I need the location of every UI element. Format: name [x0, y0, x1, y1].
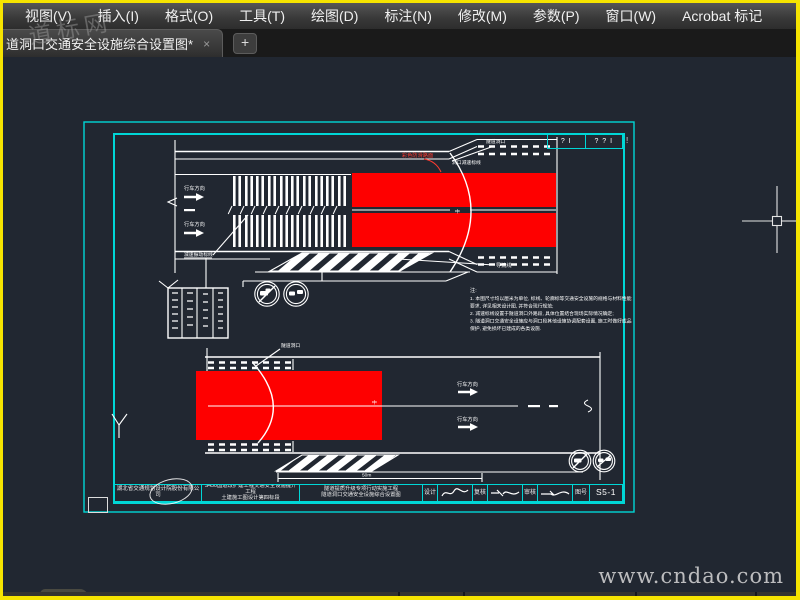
sign-circles-upper	[242, 271, 469, 307]
lower-plan-view: 隧道洞口 中 行车方向 行车方向 50m	[111, 342, 616, 482]
status-divider	[463, 592, 465, 597]
lower-direction-label-top: 行车方向	[457, 380, 478, 388]
cad-drawing: 中 行车方向 行车方向 减速振动标线 隧道洞口 彩色防滑路面 洞口减速标线 导流…	[83, 121, 797, 513]
upper-plan-view: 中 行车方向 行车方向 减速振动标线 隧道洞口 彩色防滑路面 洞口减速标线 导流…	[166, 137, 558, 274]
notes-block: 注: 1. 本图尺寸均以厘米为单位, 标线、轮廓标等交通安全设施的规格与材料性能…	[470, 286, 632, 332]
check-label: 复核	[473, 485, 488, 501]
notes-line: 3. 隧道洞口交通安全设施应与洞口段其他设施协调配套设置, 施工时做好成品	[470, 318, 632, 325]
notes-line: 保护, 避免损坏已建成的各类设施.	[470, 325, 541, 332]
status-divider	[635, 592, 637, 597]
review-label: 审核	[523, 485, 538, 501]
rumble-strips	[227, 175, 347, 248]
notes-line: 要求, 详见相关设计图, 并符合现行规范;	[470, 303, 553, 310]
frame-corner-square	[88, 497, 108, 513]
lower-center-mark: 中	[372, 399, 377, 406]
gore-hatch-lower	[274, 454, 400, 472]
menu-bar: 视图(V) 插入(I) 格式(O) 工具(T) 绘图(D) 标注(N) 修改(M…	[3, 3, 796, 29]
lower-dimension-text: 50m	[362, 473, 371, 479]
review-signature	[538, 485, 573, 501]
design-label: 设计	[423, 485, 438, 501]
watermark-site: www.cndao.com	[598, 564, 784, 588]
rumble-label: 减速振动标线	[184, 251, 213, 258]
application-window: 视图(V) 插入(I) 格式(O) 工具(T) 绘图(D) 标注(N) 修改(M…	[0, 0, 800, 600]
lower-direction-label-bottom: 行车方向	[457, 415, 478, 423]
drawing-number-label: 图号	[573, 485, 590, 501]
menu-item-format[interactable]: 格式(O)	[165, 6, 213, 26]
signature-scribble	[441, 488, 469, 497]
upper-portal-label: 隧道洞口	[486, 138, 505, 145]
signature-scribble	[541, 490, 570, 496]
sign-board	[158, 258, 229, 339]
gore-hatch-upper	[267, 252, 435, 272]
menu-item-parametric[interactable]: 参数(P)	[533, 6, 580, 26]
project-line-2: 土建施工图设计第四标段	[221, 494, 280, 501]
lower-portal-label: 隧道洞口	[281, 342, 300, 349]
drawing-number: S5-1	[596, 487, 616, 498]
menu-item-acrobat[interactable]: Acrobat 标记	[682, 6, 762, 26]
check-signature	[488, 485, 523, 501]
page-field-2: ? ? I	[584, 135, 623, 148]
sheet-page-fields: ? I ? ? I	[547, 134, 623, 149]
page-field-mark: !	[626, 136, 629, 145]
signature-scribble	[491, 489, 520, 497]
status-divider	[755, 592, 757, 597]
status-divider	[398, 592, 400, 597]
design-signature	[438, 485, 473, 501]
upper-center-mark: 中	[455, 208, 460, 215]
upper-direction-label-top: 行车方向	[184, 184, 205, 192]
menu-item-modify[interactable]: 修改(M)	[458, 6, 507, 26]
upper-direction-label-bottom: 行车方向	[184, 220, 205, 228]
menu-item-tools[interactable]: 工具(T)	[239, 6, 285, 26]
title-block-drawing-title: 隧道提质升级专项行动实施工程 隧道洞口交通安全设施综合设置图	[300, 485, 423, 501]
new-tab-button[interactable]: +	[233, 33, 258, 54]
crosshair-cursor[interactable]	[742, 186, 797, 253]
gore-label: 导流线	[496, 261, 512, 269]
title-block-project: S450国道改扩建工程交通安全设施提升工程 土建施工图设计第四标段	[202, 485, 300, 501]
page-field-1: ? I	[560, 138, 572, 145]
notes-line: 1. 本图尺寸均以厘米为单位, 标线、轮廓标等交通安全设施的规格与材料性能	[470, 295, 632, 302]
notes-line: 2. 减速标线设置于隧道洞口外路段, 具体位置结合现场实际情况确定;	[470, 310, 614, 317]
tab-close-icon[interactable]: ×	[203, 37, 210, 51]
notes-title: 注:	[470, 286, 477, 294]
portal-arc-upper	[449, 152, 472, 273]
file-tab-bar: 道洞口交通安全设施综合设置图* × +	[0, 29, 796, 57]
menu-item-dimension[interactable]: 标注(N)	[384, 6, 431, 26]
drawing-title-line-2: 隧道洞口交通安全设施综合设置图	[321, 492, 401, 498]
edge-marking-label: 洞口减速标线	[452, 159, 481, 166]
menu-item-draw[interactable]: 绘图(D)	[311, 6, 358, 26]
red-marking-label: 彩色防滑路面	[402, 151, 433, 159]
menu-item-window[interactable]: 窗口(W)	[606, 6, 657, 26]
